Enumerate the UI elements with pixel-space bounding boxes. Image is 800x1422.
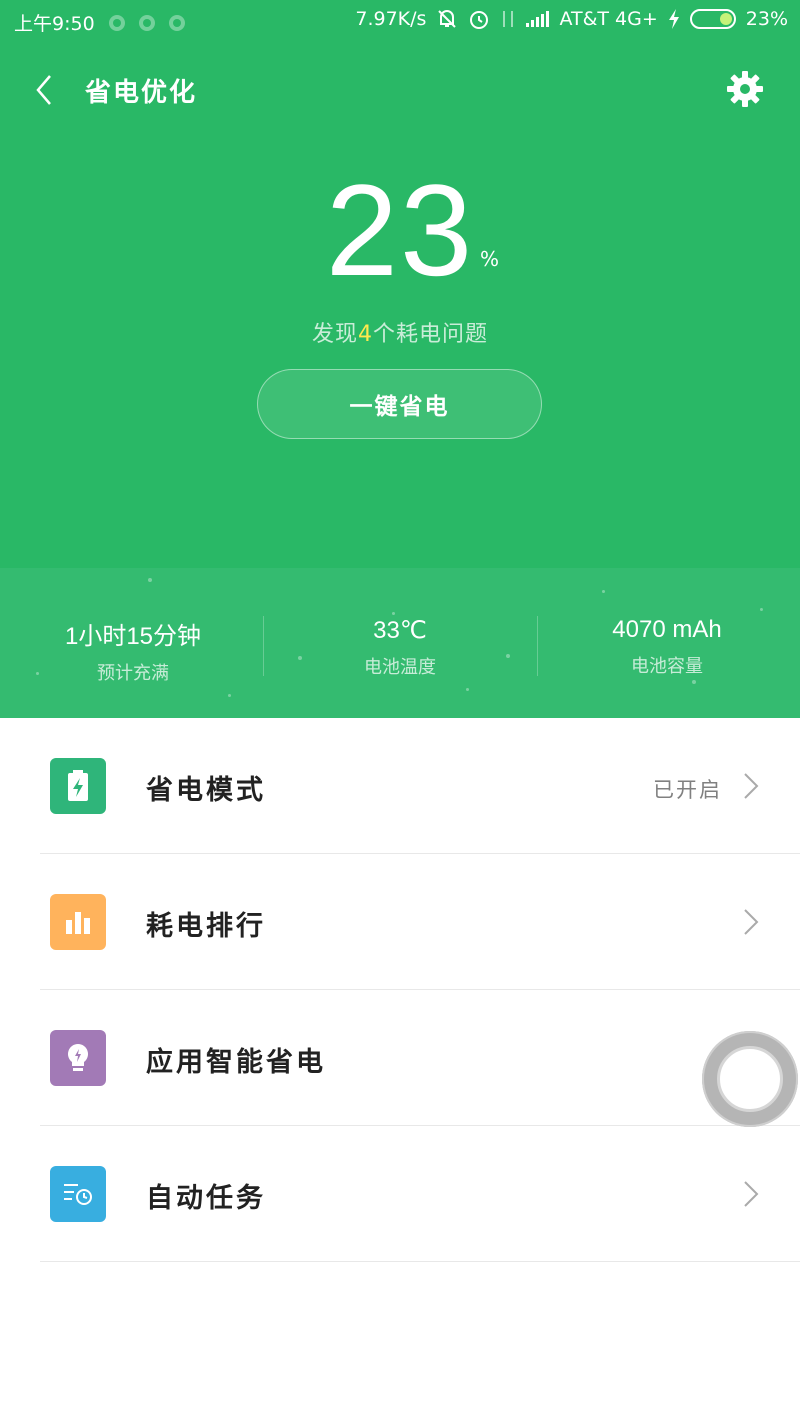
chevron-right-icon (744, 909, 759, 935)
issues-prefix: 发现 (311, 322, 358, 347)
back-chevron-icon[interactable] (30, 72, 60, 108)
stat-label: 预计充满 (97, 663, 169, 684)
menu-item-label: 应用智能省电 (146, 1047, 326, 1078)
floating-ball-inner (717, 1046, 783, 1112)
nfc-icon (138, 14, 155, 31)
status-time: 上午9:50 (14, 13, 95, 35)
signal-icon (526, 11, 550, 27)
decor-dot (692, 680, 696, 684)
issues-count: 4 (358, 322, 373, 347)
bar-chart-icon (50, 894, 106, 950)
stat-label: 电池温度 (364, 657, 436, 678)
alarm-icon (470, 11, 489, 29)
stat-capacity: 4070 mAh 电池容量 (534, 616, 800, 678)
chevron-right-icon (744, 1181, 759, 1207)
page-title: 省电优化 (85, 78, 198, 108)
nav-bar: 省电优化 (0, 60, 800, 120)
one-tap-save-button[interactable]: 一键省电 (257, 369, 542, 439)
stat-temperature: 33℃ 电池温度 (267, 616, 533, 679)
stat-value: 4070 mAh (612, 616, 722, 643)
decor-dot (466, 688, 469, 691)
infinity-icon (168, 14, 185, 31)
lightbulb-icon (50, 1030, 106, 1086)
charging-icon (668, 9, 679, 29)
status-right: 7.97K/s AT&T 4G+ 23% (355, 8, 788, 30)
floating-assistive-ball[interactable] (702, 1031, 798, 1127)
decor-dot (602, 590, 605, 593)
menu-item-label: 自动任务 (146, 1183, 266, 1214)
battery-bolt-icon (50, 758, 106, 814)
stat-charge-time: 1小时15分钟 预计充满 (0, 616, 266, 685)
gear-icon[interactable] (724, 68, 766, 110)
stat-label: 电池容量 (631, 656, 703, 677)
decor-dot (392, 612, 395, 615)
battery-percent-value: 23 (325, 157, 475, 303)
menu-item-app-smart-saving[interactable]: 应用智能省电 (0, 990, 800, 1126)
battery-percent: 23 % (0, 155, 800, 305)
menu-item-status: 已开启 (653, 778, 722, 802)
issues-text: 发现4个耗电问题 (0, 316, 800, 348)
divider (40, 1261, 800, 1262)
task-clock-icon (50, 1166, 106, 1222)
menu-item-power-saving-mode[interactable]: 省电模式 已开启 (0, 718, 800, 854)
data-arrows-icon (503, 11, 514, 27)
decor-dot (760, 608, 763, 611)
battery-text: 23% (745, 8, 788, 30)
carrier: AT&T 4G+ (559, 8, 658, 30)
menu-item-auto-tasks[interactable]: 自动任务 (0, 1126, 800, 1262)
chevron-right-icon (744, 773, 759, 799)
menu-item-label: 省电模式 (146, 775, 266, 806)
battery-percent-unit: % (480, 247, 500, 271)
issues-suffix: 个耗电问题 (373, 322, 489, 347)
stat-value: 1小时15分钟 (64, 623, 202, 650)
stat-divider (263, 616, 264, 676)
net-speed: 7.97K/s (355, 8, 427, 30)
bell-off-icon (438, 10, 457, 28)
battery-header: 上午9:50 7.97K/s AT&T 4G+ 23% 省电优化 23 % 发现… (0, 0, 800, 718)
infinity-icon (108, 14, 125, 31)
battery-icon (689, 9, 736, 29)
menu-item-label: 耗电排行 (146, 911, 266, 942)
stat-value: 33℃ (373, 617, 427, 644)
stats-panel: 1小时15分钟 预计充满 33℃ 电池温度 4070 mAh 电池容量 (0, 568, 800, 718)
status-left: 上午9:50 (14, 9, 185, 36)
status-bar: 上午9:50 7.97K/s AT&T 4G+ 23% (0, 0, 800, 42)
menu-list: 省电模式 已开启 耗电排行 应用智能省电 自动任务 (0, 718, 800, 1262)
decor-dot (148, 578, 152, 582)
menu-item-power-ranking[interactable]: 耗电排行 (0, 854, 800, 990)
decor-dot (228, 694, 231, 697)
